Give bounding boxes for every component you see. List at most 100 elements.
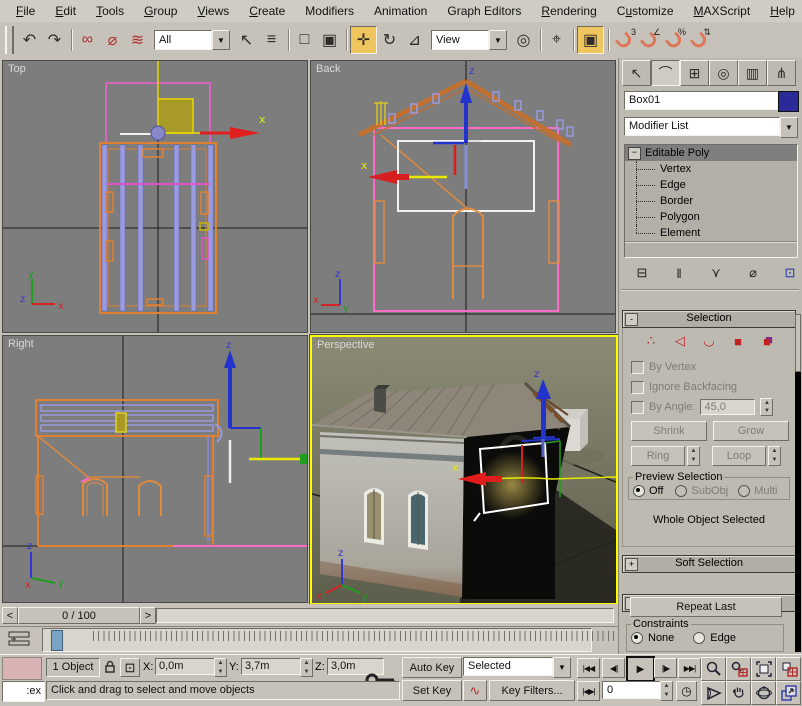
time-slider-prev-button[interactable]: < — [2, 607, 18, 624]
snaps-toggle-icon[interactable]: 3 — [612, 27, 637, 53]
ring-button[interactable]: Ring — [631, 446, 685, 466]
menu-modifiers[interactable]: Modifiers — [295, 1, 364, 21]
go-to-start-button[interactable]: |◀◀ — [577, 658, 600, 678]
viewport-perspective-canvas[interactable]: x z z x y — [312, 337, 616, 603]
polygon-icon[interactable]: ■ — [729, 333, 747, 349]
tab-modify-icon[interactable]: ⌒ — [651, 60, 680, 86]
menu-rendering[interactable]: Rendering — [531, 1, 606, 21]
object-name-field[interactable]: Box01 — [624, 91, 778, 110]
collapse-icon[interactable]: - — [625, 313, 638, 326]
use-pivot-point-center-icon[interactable]: ◎ — [511, 27, 536, 53]
time-slider-track[interactable] — [156, 608, 614, 623]
preview-subobj-radio[interactable] — [675, 485, 687, 497]
auto-key-button[interactable]: Auto Key — [402, 657, 462, 678]
border-icon[interactable]: ◡ — [700, 333, 718, 349]
viewport-back[interactable]: x z z x y Back — [310, 60, 616, 333]
viewport-top-canvas[interactable]: x y x z — [3, 61, 307, 332]
zoom-extents-icon[interactable] — [751, 657, 776, 681]
menu-graph-editors[interactable]: Graph Editors — [437, 1, 531, 21]
repeat-last-button[interactable]: Repeat Last — [630, 597, 782, 617]
zoom-all-icon[interactable] — [726, 657, 751, 681]
current-frame-marker[interactable] — [51, 630, 63, 651]
time-slider-handle[interactable]: 0 / 100 — [18, 607, 140, 624]
next-frame-button[interactable]: ||▶ — [654, 658, 677, 678]
select-and-move-icon[interactable]: ✛ — [350, 26, 377, 54]
select-and-rotate-icon[interactable]: ↻ — [377, 27, 402, 53]
constraints-none-radio[interactable] — [631, 632, 643, 644]
percent-snap-icon[interactable]: % — [662, 27, 687, 53]
viewport-top[interactable]: x y x z Top — [2, 60, 308, 333]
menu-views[interactable]: Views — [187, 1, 239, 21]
menu-animation[interactable]: Animation — [364, 1, 437, 21]
stack-subobject-item[interactable]: Vertex — [625, 161, 797, 177]
stack-subobject-item[interactable]: Edge — [625, 177, 797, 193]
current-frame-field[interactable]: 0 — [602, 681, 662, 699]
tab-hierarchy-icon[interactable]: ⊞ — [680, 60, 709, 86]
stack-subobject-item[interactable]: Polygon — [625, 209, 797, 225]
menu-file[interactable]: File — [6, 1, 45, 21]
show-end-result-icon[interactable]: ‖ — [667, 263, 691, 283]
ignore-backfacing-checkbox[interactable] — [631, 381, 644, 394]
reference-coordinate-dropdown[interactable]: View ▼ — [431, 30, 507, 50]
play-button[interactable]: ▶ — [626, 656, 655, 682]
zoom-icon[interactable] — [701, 657, 726, 681]
edge-icon[interactable]: ◁ — [671, 333, 689, 349]
tab-utilities-icon[interactable]: ⋔ — [767, 60, 796, 86]
previous-frame-button[interactable]: ◀|| — [602, 658, 625, 678]
field-of-view-icon[interactable] — [701, 681, 726, 705]
dropdown-arrow-icon[interactable]: ▼ — [212, 30, 230, 50]
soft-selection-rollout-header[interactable]: + Soft Selection — [622, 555, 796, 573]
menu-customize[interactable]: Customize — [607, 1, 684, 21]
maximize-viewport-toggle-icon[interactable] — [776, 681, 801, 705]
preview-multi-radio[interactable] — [738, 485, 750, 497]
ring-spinner[interactable]: ▲▼ — [687, 446, 700, 466]
object-color-swatch[interactable] — [778, 91, 799, 112]
selection-lock-icon[interactable] — [103, 658, 117, 679]
set-key-button[interactable]: Set Key — [402, 680, 462, 701]
collapse-icon[interactable]: − — [628, 147, 641, 160]
toolbar-drag-handle[interactable] — [5, 26, 14, 54]
redo-icon[interactable]: ↷ — [42, 27, 67, 53]
selection-filter-dropdown[interactable]: All ▼ — [154, 30, 230, 50]
menu-help[interactable]: Help — [760, 1, 802, 21]
menu-edit[interactable]: Edit — [45, 1, 86, 21]
tab-motion-icon[interactable]: ◎ — [709, 60, 738, 86]
key-mode-toggle-icon[interactable]: |◀▶| — [577, 681, 600, 701]
shrink-button[interactable]: Shrink — [631, 421, 707, 441]
menu-maxscript[interactable]: MAXScript — [684, 1, 761, 21]
unlink-selection-icon[interactable]: ⌀ — [100, 27, 125, 53]
dropdown-arrow-icon[interactable]: ▼ — [780, 117, 798, 138]
keyboard-shortcut-override-icon[interactable]: ▣ — [577, 26, 604, 54]
mini-curve-editor-icon[interactable] — [8, 631, 32, 647]
go-to-end-button[interactable]: ▶▶| — [678, 658, 701, 678]
remove-modifier-icon[interactable]: ⌀ — [741, 263, 765, 283]
dropdown-arrow-icon[interactable]: ▼ — [489, 30, 507, 50]
select-by-name-icon[interactable]: ≡ — [259, 27, 284, 53]
tab-create-icon[interactable]: ↖ — [622, 60, 651, 86]
viewport-back-canvas[interactable]: x z z x y — [311, 61, 615, 332]
configure-modifier-sets-icon[interactable]: ⊡ — [778, 263, 802, 283]
viewport-right[interactable]: z z x y Right — [2, 335, 308, 603]
modifier-list-dropdown[interactable]: Modifier List ▼ — [624, 117, 798, 138]
expand-icon[interactable]: + — [625, 558, 638, 571]
undo-icon[interactable]: ↶ — [17, 27, 42, 53]
by-vertex-checkbox[interactable] — [631, 361, 644, 374]
selection-rollout-header[interactable]: - Selection — [622, 310, 796, 328]
spinner-snap-icon[interactable]: ⇅ — [687, 27, 712, 53]
key-filters-button[interactable]: Key Filters... — [489, 680, 575, 701]
key-mode-dropdown[interactable]: Selected ▼ — [463, 657, 571, 678]
time-configuration-icon[interactable]: ◷ — [676, 681, 697, 701]
absolute-offset-toggle-icon[interactable]: ⊡ — [120, 658, 140, 677]
menu-create[interactable]: Create — [239, 1, 295, 21]
rectangular-selection-region-icon[interactable]: □ — [292, 27, 317, 53]
panel-scrollbar-thumb[interactable] — [795, 314, 801, 372]
bind-to-spacewarp-icon[interactable]: ≋ — [125, 27, 150, 53]
tab-display-icon[interactable]: ▥ — [738, 60, 767, 86]
make-unique-icon[interactable]: ⋎ — [704, 263, 728, 283]
preview-off-radio[interactable] — [633, 485, 645, 497]
by-angle-spinner[interactable]: ▲▼ — [760, 398, 773, 416]
window-crossing-icon[interactable]: ▣ — [317, 27, 342, 53]
select-and-link-icon[interactable]: ∞ — [75, 27, 100, 53]
maxscript-mini-listener[interactable]: :ex — [2, 681, 45, 702]
dropdown-arrow-icon[interactable]: ▼ — [553, 657, 571, 678]
